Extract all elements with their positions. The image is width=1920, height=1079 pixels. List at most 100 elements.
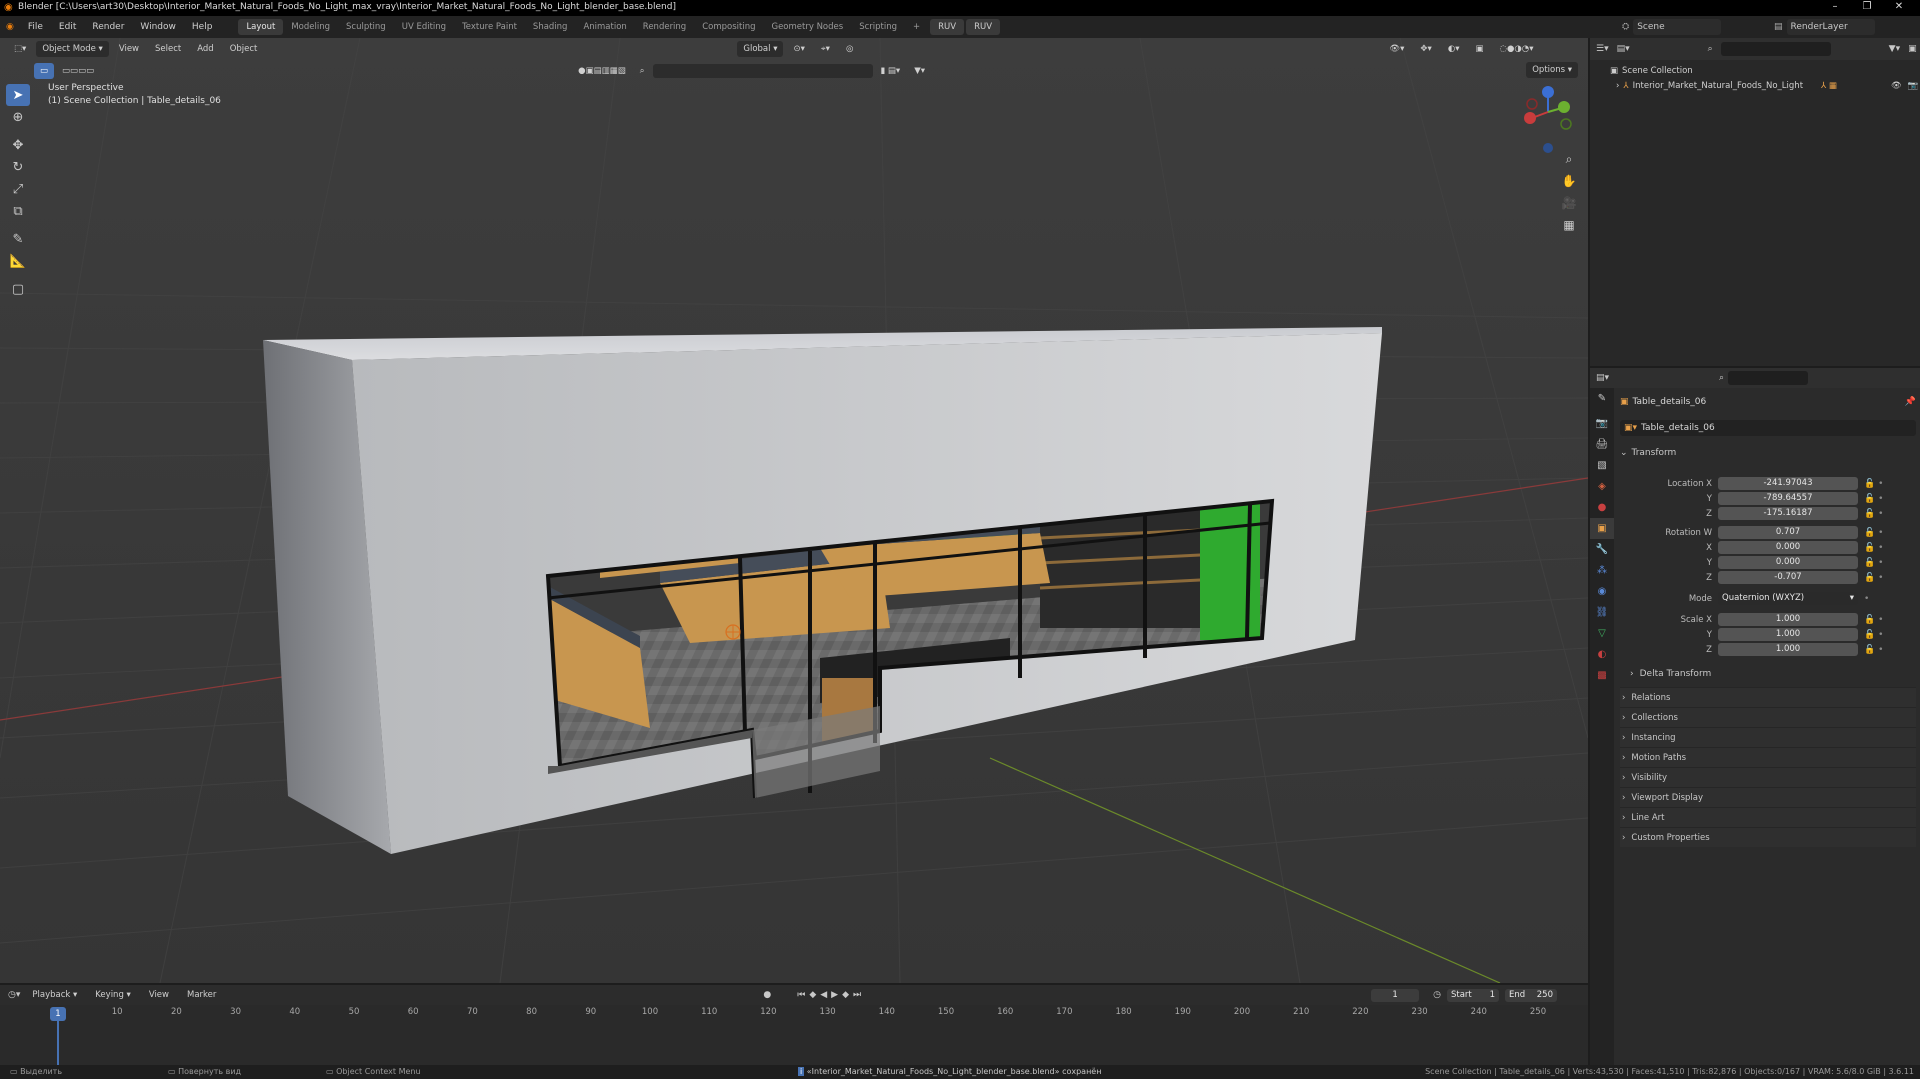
constraints-tab-icon[interactable]: ⛓	[1590, 602, 1614, 623]
scale-tool-icon[interactable]: ⤢	[6, 178, 30, 200]
panel-instancing[interactable]: › Instancing	[1620, 727, 1916, 747]
tab-animation[interactable]: Animation	[575, 19, 634, 35]
menu-playback[interactable]: Playback ▾	[26, 987, 83, 1003]
select-mode-icon[interactable]: ▭	[34, 63, 55, 79]
current-frame-field[interactable]: 1	[1371, 988, 1420, 1002]
outliner-search-icon[interactable]: ⌕	[1708, 44, 1713, 54]
pan-hand-icon[interactable]: ✋	[1558, 170, 1580, 192]
lock-icon[interactable]: 🔓 •	[1864, 479, 1883, 489]
menu-add[interactable]: Add	[191, 41, 219, 57]
menu-window[interactable]: Window	[132, 16, 184, 38]
new-collection-icon[interactable]: ▣	[1908, 44, 1917, 54]
outliner-item[interactable]: › ⅄ Interior_Market_Natural_Foods_No_Lig…	[1610, 79, 1920, 94]
render-tab-icon[interactable]: 📷	[1590, 413, 1614, 434]
menu-keying[interactable]: Keying ▾	[89, 987, 137, 1003]
menu-select[interactable]: Select	[149, 41, 187, 57]
panel-visibility[interactable]: › Visibility	[1620, 767, 1916, 787]
outliner-display-mode-icon[interactable]: ▤▾	[1617, 44, 1630, 54]
tab-rendering[interactable]: Rendering	[635, 19, 694, 35]
view-layer-tab-icon[interactable]: ▧	[1590, 455, 1614, 476]
annotate-tool-icon[interactable]: ✎	[6, 228, 30, 250]
zoom-icon[interactable]: ⌕	[1558, 148, 1580, 170]
add-workspace-button[interactable]: +	[905, 19, 928, 35]
tab-scripting[interactable]: Scripting	[851, 19, 905, 35]
menu-marker[interactable]: Marker	[181, 987, 222, 1003]
viewport-search-input[interactable]	[652, 64, 873, 78]
tab-modeling[interactable]: Modeling	[283, 19, 338, 35]
lock-icon[interactable]: 🔓 •	[1864, 630, 1883, 640]
select-extend-icon[interactable]: ▭▭▭▭	[56, 63, 100, 79]
lock-icon[interactable]: 🔓 •	[1864, 494, 1883, 504]
scale-y-field[interactable]: 1.000	[1718, 628, 1858, 641]
grid-view-icon[interactable]: ▦	[1558, 214, 1580, 236]
scale-z-field[interactable]: 1.000	[1718, 643, 1858, 656]
lock-icon[interactable]: 🔓 •	[1864, 509, 1883, 519]
menu-edit[interactable]: Edit	[51, 16, 84, 38]
add-cube-tool-icon[interactable]: ▢	[6, 278, 30, 300]
playhead-frame[interactable]: 1	[50, 1007, 66, 1021]
options-dropdown[interactable]: Options ▾	[1526, 62, 1578, 78]
visibility-eye-icon[interactable]: 👁	[1891, 79, 1902, 94]
lock-icon[interactable]: 🔓 •	[1864, 558, 1883, 568]
tool-tab-icon[interactable]: ✎	[1590, 388, 1614, 409]
gizmo-toggle-icon[interactable]: ✥▾	[1414, 41, 1437, 57]
panel-line-art[interactable]: › Line Art	[1620, 807, 1916, 827]
tab-compositing[interactable]: Compositing	[694, 19, 763, 35]
ruv-button-2[interactable]: RUV	[966, 19, 1001, 35]
object-datablock-field[interactable]: ▣▾ Table_details_06	[1620, 420, 1916, 436]
data-tab-icon[interactable]: ▽	[1590, 623, 1614, 644]
scene-selector[interactable]: ⛭ Scene	[1622, 19, 1722, 35]
particles-tab-icon[interactable]: ⁂	[1590, 560, 1614, 581]
panel-custom-properties[interactable]: › Custom Properties	[1620, 827, 1916, 847]
filter-icons[interactable]: ●▣▤▥▦▧	[572, 63, 632, 79]
rotation-mode-dropdown[interactable]: Quaternion (WXYZ) ▾	[1718, 592, 1858, 605]
rotation-y-field[interactable]: 0.000	[1718, 556, 1858, 569]
texture-tab-icon[interactable]: ▩	[1590, 665, 1614, 686]
measure-tool-icon[interactable]: 📐	[6, 250, 30, 272]
menu-timeline-view[interactable]: View	[143, 987, 175, 1003]
outliner-scene-collection[interactable]: ▣ Scene Collection	[1610, 64, 1920, 79]
proportional-edit-icon[interactable]: ◎	[840, 41, 859, 57]
scene-tab-icon[interactable]: ◈	[1590, 476, 1614, 497]
material-tab-icon[interactable]: ◐	[1590, 644, 1614, 665]
object-tab-icon[interactable]: ▣	[1590, 518, 1614, 539]
shading-modes-icon[interactable]: ◌●◑◔▾	[1494, 41, 1540, 57]
menu-file[interactable]: File	[20, 16, 51, 38]
transform-tool-icon[interactable]: ⧉	[6, 200, 30, 222]
3d-viewport[interactable]: ⬚▾ Object Mode ▾ View Select Add Object …	[0, 38, 1588, 983]
pivot-icon[interactable]: ⊙▾	[787, 41, 810, 57]
location-z-field[interactable]: -175.16187	[1718, 507, 1858, 520]
scene-field[interactable]: Scene	[1633, 19, 1722, 35]
overlay-toggle-icon[interactable]: ◐▾	[1442, 41, 1466, 57]
lock-icon[interactable]: 🔓 •	[1864, 543, 1883, 553]
rotation-z-field[interactable]: -0.707	[1718, 571, 1858, 584]
pin-icon[interactable]: 📌	[1905, 397, 1916, 407]
xray-icon[interactable]: ▣	[1470, 41, 1490, 57]
snap-icon[interactable]: ⌖▾	[815, 41, 836, 57]
panel-motion-paths[interactable]: › Motion Paths	[1620, 747, 1916, 767]
editor-type-icon[interactable]: ⬚▾	[8, 41, 32, 57]
modifier-tab-icon[interactable]: 🔧	[1590, 539, 1614, 560]
lock-icon[interactable]: 🔓 •	[1864, 615, 1883, 625]
tab-uv-editing[interactable]: UV Editing	[394, 19, 454, 35]
tab-geometry-nodes[interactable]: Geometry Nodes	[763, 19, 851, 35]
transform-panel-header[interactable]: ⌄ Transform	[1620, 444, 1916, 462]
minimize-button[interactable]: –	[1820, 1, 1850, 12]
lock-icon[interactable]: 🔓 •	[1864, 528, 1883, 538]
record-icon[interactable]: ●	[763, 990, 771, 1000]
scale-x-field[interactable]: 1.000	[1718, 613, 1858, 626]
filter-funnel-icon[interactable]: ▼▾	[908, 63, 931, 79]
output-tab-icon[interactable]: 🖨	[1590, 434, 1614, 455]
lock-icon[interactable]: 🔓 •	[1864, 645, 1883, 655]
tab-sculpting[interactable]: Sculpting	[338, 19, 394, 35]
location-y-field[interactable]: -789.64557	[1718, 492, 1858, 505]
viewport-search-icon[interactable]: ⌕	[634, 63, 651, 79]
rotate-tool-icon[interactable]: ↻	[6, 156, 30, 178]
render-layer-selector[interactable]: ▤ RenderLayer	[1774, 19, 1875, 35]
ruv-button-1[interactable]: RUV	[930, 19, 965, 35]
world-tab-icon[interactable]: ●	[1590, 497, 1614, 518]
move-tool-icon[interactable]: ✥	[6, 134, 30, 156]
outliner-search-input[interactable]	[1720, 42, 1831, 56]
delta-transform-subpanel[interactable]: › Delta Transform	[1620, 665, 1916, 683]
location-x-field[interactable]: -241.97043	[1718, 477, 1858, 490]
